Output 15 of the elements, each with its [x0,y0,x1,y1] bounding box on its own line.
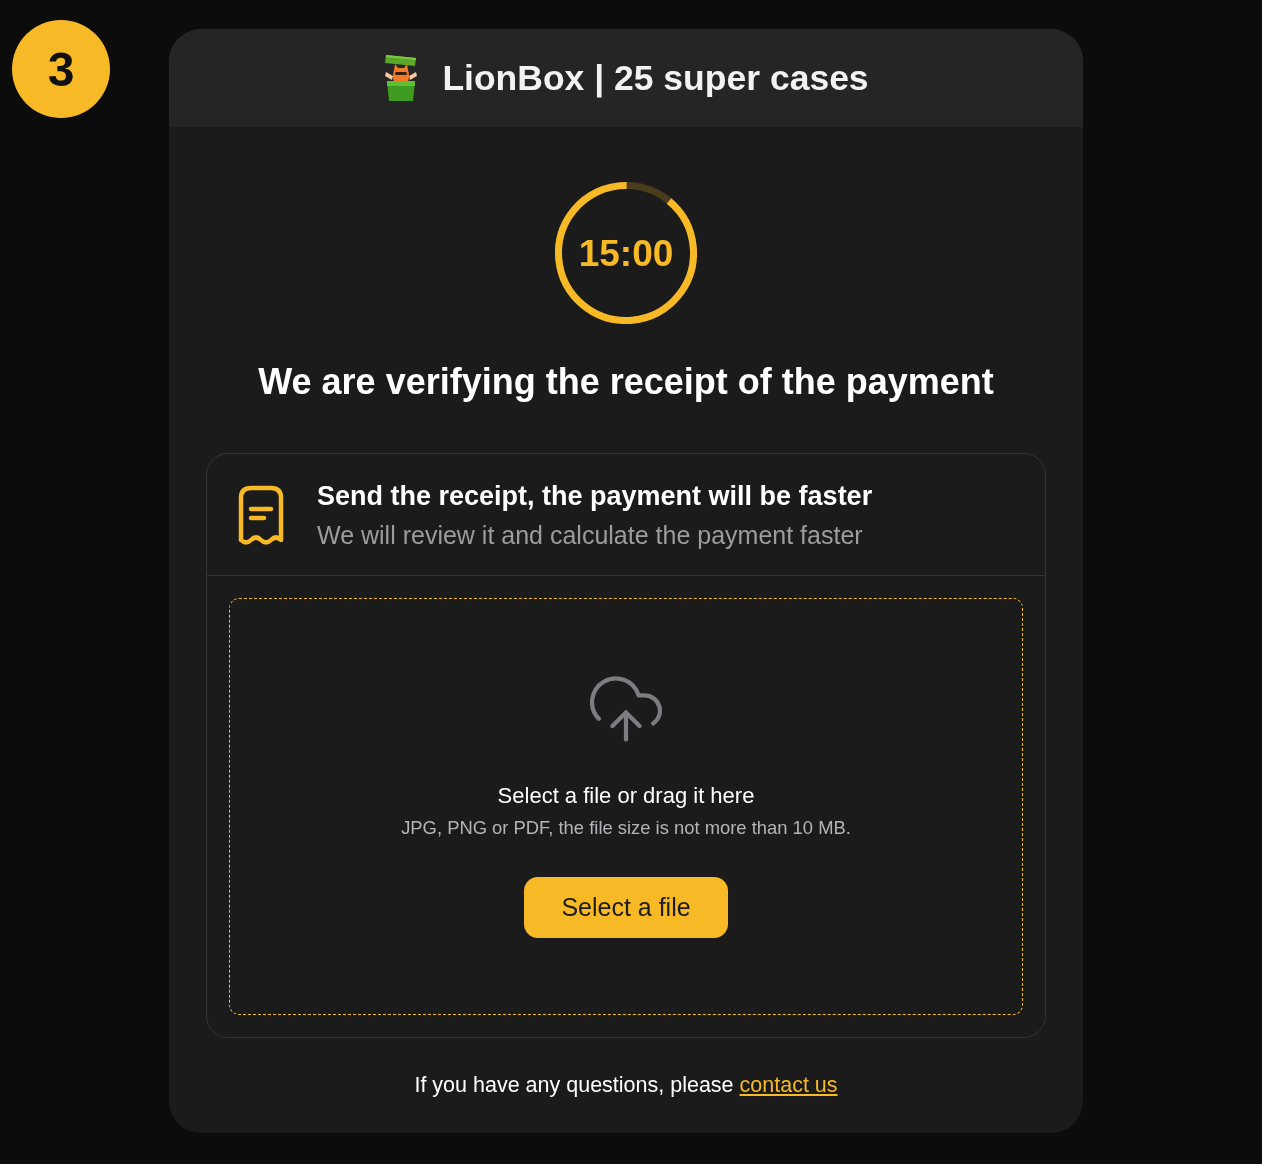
file-requirements-hint: JPG, PNG or PDF, the file size is not more than 10 MB. [401,816,851,839]
receipt-title: Send the receipt, the payment will be faster [317,479,873,512]
cat-in-box-logo-icon [383,54,420,102]
receipt-icon [237,483,285,546]
contact-link[interactable]: contact us [739,1073,838,1097]
select-file-button[interactable]: Select a file [524,876,728,938]
file-drop-zone[interactable]: Select a file or drag it here JPG, PNG or PDF, the file size is not more than 10 MB. Select a file [229,598,1023,1015]
receipt-subtitle: We will review it and calculate the payment faster [317,519,864,550]
header-title: LionBox | 25 super cases [442,57,869,99]
help-text: If you have any questions, please contact us [414,1072,838,1098]
countdown-time: 15:00 [578,234,674,272]
drop-prompt: Select a file or drag it here [497,782,755,809]
step-number-badge: 3 [12,20,110,118]
cloud-upload-icon [590,675,662,742]
status-heading: We are verifying the receipt of the payment [258,361,994,403]
